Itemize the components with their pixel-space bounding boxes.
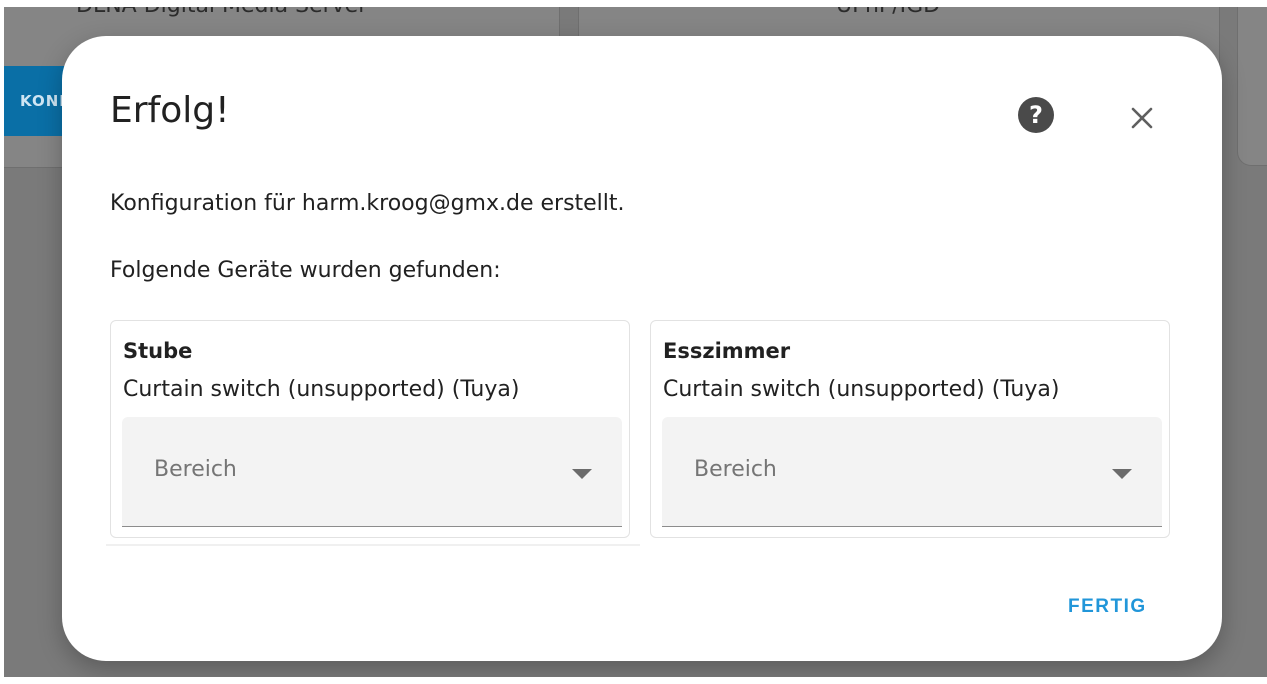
- devices-found-message: Folgende Geräte wurden gefunden:: [110, 258, 501, 283]
- close-icon-graphic: [1131, 107, 1153, 129]
- device-card: Esszimmer Curtain switch (unsupported) (…: [650, 320, 1170, 538]
- integration-title-dlna: DLNA Digital Media Server: [76, 7, 367, 18]
- chevron-down-icon: [1112, 469, 1132, 479]
- chevron-down-icon: [572, 469, 592, 479]
- device-name: Esszimmer: [663, 339, 791, 363]
- area-select-label: Bereich: [694, 457, 777, 482]
- device-model: Curtain switch (unsupported) (Tuya): [663, 377, 1060, 402]
- area-select-label: Bereich: [154, 457, 237, 482]
- area-select[interactable]: Bereich: [122, 417, 622, 527]
- device-model: Curtain switch (unsupported) (Tuya): [123, 377, 520, 402]
- device-card: Stube Curtain switch (unsupported) (Tuya…: [110, 320, 630, 538]
- divider: [106, 544, 640, 546]
- done-button[interactable]: FERTIG: [1068, 596, 1147, 618]
- integration-card-partial: [1237, 7, 1267, 166]
- integration-title-upnp: UPnP/IGD: [836, 7, 940, 18]
- device-list: Stube Curtain switch (unsupported) (Tuya…: [106, 320, 1176, 546]
- help-icon[interactable]: ?: [1018, 97, 1054, 133]
- area-select[interactable]: Bereich: [662, 417, 1162, 527]
- success-dialog: Erfolg! ? Konfiguration für harm.kroog@g…: [62, 36, 1222, 661]
- device-name: Stube: [123, 339, 193, 363]
- dimmed-background-page: DLNA Digital Media Server UPnP/IGD KONFI…: [4, 7, 1267, 677]
- config-created-message: Konfiguration für harm.kroog@gmx.de erst…: [110, 191, 625, 216]
- dialog-title: Erfolg!: [110, 90, 230, 131]
- close-icon[interactable]: [1124, 100, 1160, 136]
